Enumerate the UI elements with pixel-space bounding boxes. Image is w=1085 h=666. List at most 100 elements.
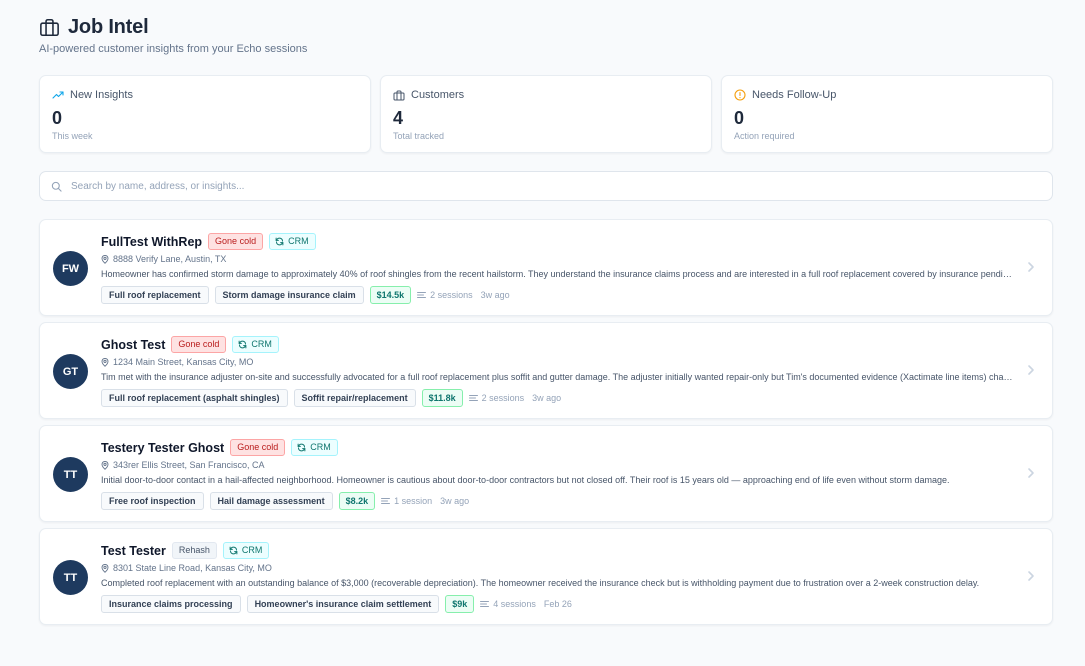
crm-badge: CRM — [269, 233, 316, 250]
deal-value-tag: $11.8k — [421, 388, 463, 407]
service-tag: Insurance claims processing — [101, 594, 241, 613]
session-meta: 2 sessions 3w ago — [417, 290, 510, 300]
stat-card-customers: Customers 4 Total tracked — [380, 75, 712, 153]
address-row: 1234 Main Street, Kansas City, MO — [101, 356, 1012, 368]
customer-address: 8888 Verify Lane, Austin, TX — [113, 254, 227, 264]
customer-name: Testery Tester Ghost — [101, 440, 225, 455]
stat-value: 4 — [393, 108, 404, 128]
chevron-right-icon[interactable] — [1027, 570, 1035, 582]
search-bar[interactable] — [39, 171, 1053, 201]
insight-summary: Tim met with the insurance adjuster on-s… — [101, 372, 1013, 382]
chevron-right-icon[interactable] — [1027, 261, 1035, 273]
card-body: Testery Tester Ghost Gone cold CRM 343re… — [101, 439, 1012, 510]
page-subtitle: AI-powered customer insights from your E… — [39, 43, 308, 55]
briefcase-icon — [39, 17, 60, 38]
session-count: 4 sessions — [493, 598, 536, 609]
deal-value-tag: $14.5k — [369, 285, 412, 304]
avatar: GT — [53, 354, 88, 389]
service-tag: Full roof replacement (asphalt shingles) — [101, 388, 288, 407]
name-row: FullTest WithRep Gone cold CRM — [101, 233, 1012, 250]
sessions-icon — [468, 394, 478, 402]
title-row: Job Intel — [39, 15, 149, 39]
stat-sub: Total tracked — [393, 131, 445, 141]
sync-icon — [275, 237, 284, 246]
crm-badge: CRM — [291, 439, 338, 456]
customer-card[interactable]: FW FullTest WithRep Gone cold CRM 8888 V… — [39, 219, 1053, 316]
stat-card-new-insights: New Insights 0 This week — [39, 75, 371, 153]
stat-card-needs-follow-up: Needs Follow-Up 0 Action required — [721, 75, 1053, 153]
customer-name: Ghost Test — [101, 337, 166, 352]
status-badge: Rehash — [171, 542, 217, 559]
sessions-icon — [417, 291, 427, 299]
stats-row: New Insights 0 This week Customers 4 Tot… — [39, 75, 1053, 153]
service-tag: Hail damage assessment — [209, 491, 333, 510]
customer-address: 1234 Main Street, Kansas City, MO — [113, 357, 254, 367]
trend-up-icon — [52, 89, 64, 101]
address-row: 343rer Ellis Street, San Francisco, CA — [101, 459, 1012, 471]
name-row: Ghost Test Gone cold CRM — [101, 336, 1012, 353]
tags-row: Insurance claims processing Homeowner's … — [101, 594, 1012, 613]
customer-address: 343rer Ellis Street, San Francisco, CA — [113, 460, 265, 470]
crm-label: CRM — [241, 545, 263, 555]
alert-circle-icon — [734, 89, 746, 101]
service-tag: Free roof inspection — [101, 491, 204, 510]
stat-value: 0 — [52, 108, 63, 128]
insight-summary: Completed roof replacement with an outst… — [101, 578, 980, 588]
session-meta: 1 session 3w ago — [381, 496, 469, 506]
customer-card[interactable]: TT Testery Tester Ghost Gone cold CRM 34… — [39, 425, 1053, 522]
status-badge: Gone cold — [208, 233, 264, 250]
service-tag: Homeowner's insurance claim settlement — [246, 594, 440, 613]
stat-label: Needs Follow-Up — [752, 89, 837, 101]
avatar: TT — [53, 457, 88, 492]
search-input[interactable] — [71, 180, 971, 192]
map-pin-icon — [101, 357, 109, 367]
search-icon — [50, 180, 62, 192]
name-row: Testery Tester Ghost Gone cold CRM — [101, 439, 1012, 456]
session-count: 1 session — [394, 495, 433, 506]
stat-label: Customers — [411, 89, 465, 101]
address-row: 8888 Verify Lane, Austin, TX — [101, 253, 1012, 265]
name-row: Test Tester Rehash CRM — [101, 542, 1012, 559]
map-pin-icon — [101, 254, 109, 264]
stat-label-row: Needs Follow-Up — [734, 88, 1040, 102]
chevron-right-icon[interactable] — [1027, 467, 1035, 479]
customer-card[interactable]: TT Test Tester Rehash CRM 8301 State Lin… — [39, 528, 1053, 625]
tags-row: Free roof inspection Hail damage assessm… — [101, 491, 1012, 510]
session-meta: 2 sessions 3w ago — [468, 392, 561, 403]
service-tag: Soffit repair/replacement — [293, 388, 416, 407]
crm-label: CRM — [310, 442, 331, 452]
sync-icon — [229, 546, 238, 555]
sync-icon — [297, 443, 306, 452]
last-activity: 3w ago — [480, 289, 510, 300]
crm-label: CRM — [288, 236, 309, 246]
tags-row: Full roof replacement Storm damage insur… — [101, 285, 1012, 304]
stat-value: 0 — [734, 108, 745, 128]
card-body: FullTest WithRep Gone cold CRM 8888 Veri… — [101, 233, 1013, 304]
status-badge: Gone cold — [230, 439, 286, 456]
crm-label: CRM — [251, 339, 272, 349]
customer-address: 8301 State Line Road, Kansas City, MO — [113, 563, 272, 573]
deal-value-tag: $8.2k — [338, 491, 376, 510]
customer-card[interactable]: GT Ghost Test Gone cold CRM 1234 Main St… — [39, 322, 1053, 419]
last-activity: Feb 26 — [543, 598, 572, 609]
chevron-right-icon[interactable] — [1027, 364, 1035, 376]
stat-label-row: Customers — [393, 88, 699, 102]
session-meta: 4 sessions Feb 26 — [480, 599, 572, 609]
status-badge: Gone cold — [171, 336, 227, 353]
stat-sub: This week — [52, 131, 93, 141]
last-activity: 3w ago — [440, 495, 470, 506]
address-row: 8301 State Line Road, Kansas City, MO — [101, 562, 1012, 574]
service-tag: Storm damage insurance claim — [214, 285, 364, 304]
stat-label: New Insights — [70, 89, 133, 101]
session-count: 2 sessions — [481, 392, 525, 403]
stat-label-row: New Insights — [52, 88, 358, 102]
insight-summary: Homeowner has confirmed storm damage to … — [101, 269, 1013, 279]
card-body: Ghost Test Gone cold CRM 1234 Main Stree… — [101, 336, 1013, 407]
sessions-icon — [480, 600, 490, 608]
map-pin-icon — [101, 563, 109, 573]
page-header: Job Intel AI-powered customer insights f… — [39, 15, 307, 56]
tags-row: Full roof replacement (asphalt shingles)… — [101, 388, 1012, 407]
insight-summary: Initial door-to-door contact in a hail-a… — [101, 475, 950, 485]
avatar: TT — [53, 560, 88, 595]
card-body: Test Tester Rehash CRM 8301 State Line R… — [101, 542, 1012, 613]
